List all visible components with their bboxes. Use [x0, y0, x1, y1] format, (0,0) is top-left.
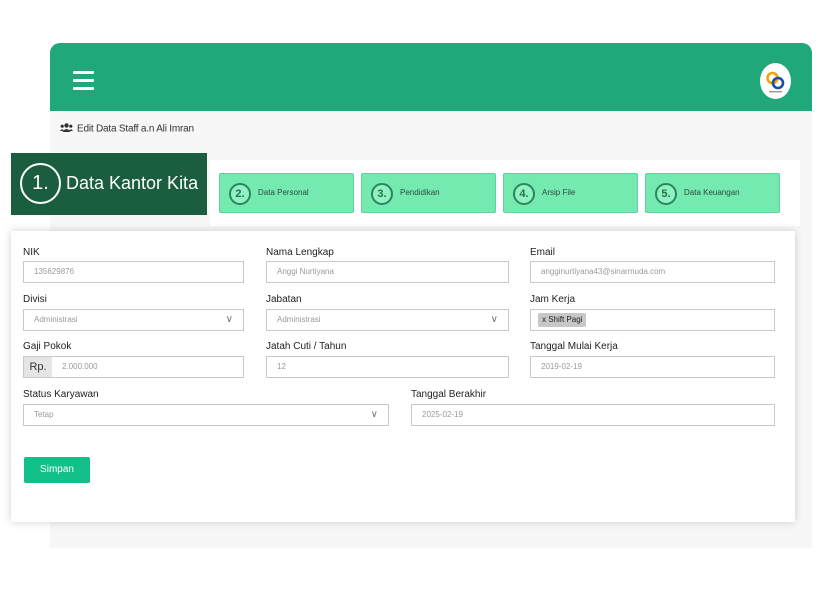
- status-label: Status Karyawan: [23, 389, 99, 400]
- chevron-down-icon: ∨: [370, 409, 378, 420]
- tab-data-keuangan[interactable]: 5. Data Keuangan: [645, 173, 780, 213]
- jabatan-select[interactable]: Administrasi ∨: [266, 309, 509, 331]
- divisi-select[interactable]: Administrasi ∨: [23, 309, 244, 331]
- callout-number: 1.: [20, 163, 61, 204]
- top-bar: [50, 43, 812, 111]
- form-card: NIK 135629876 Nama Lengkap Anggi Nurtiya…: [11, 231, 795, 522]
- users-icon: [60, 123, 73, 135]
- jabatan-label: Jabatan: [266, 294, 302, 305]
- step-number: 2.: [229, 183, 251, 205]
- tab-data-personal[interactable]: 2. Data Personal: [219, 173, 354, 213]
- nama-input[interactable]: Anggi Nurtiyana: [266, 261, 509, 283]
- gaji-label: Gaji Pokok: [23, 341, 72, 352]
- email-label: Email: [530, 247, 556, 258]
- page-title: Edit Data Staff a.n Ali Imran: [60, 123, 194, 135]
- step-callout-data-kantor[interactable]: 1. Data Kantor Kita: [11, 153, 207, 215]
- currency-prefix: Rp.: [24, 357, 52, 377]
- jabatan-value: Administrasi: [277, 315, 321, 324]
- status-select[interactable]: Tetap ∨: [23, 404, 389, 426]
- tab-pendidikan[interactable]: 3. Pendidikan: [361, 173, 496, 213]
- nik-input[interactable]: 135629876: [23, 261, 244, 283]
- nama-label: Nama Lengkap: [266, 247, 334, 258]
- nik-label: NIK: [23, 247, 40, 258]
- step-label: Data Keuangan: [684, 188, 740, 197]
- company-logo: [760, 63, 791, 99]
- gaji-input[interactable]: Rp. 2.000.000: [23, 356, 244, 378]
- page-title-text: Edit Data Staff a.n Ali Imran: [77, 123, 194, 135]
- save-button[interactable]: Simpan: [24, 457, 90, 483]
- divisi-value: Administrasi: [34, 315, 78, 324]
- email-input[interactable]: angginurtiyana43@sinarmuda.com: [530, 261, 775, 283]
- step-label: Pendidikan: [400, 188, 440, 197]
- step-label: Data Personal: [258, 188, 309, 197]
- status-value: Tetap: [34, 410, 54, 419]
- gaji-value: 2.000.000: [62, 362, 98, 371]
- cuti-input[interactable]: 12: [266, 356, 509, 378]
- divisi-label: Divisi: [23, 294, 47, 305]
- shift-tag[interactable]: x Shift Pagi: [538, 313, 587, 327]
- callout-label: Data Kantor Kita: [66, 173, 199, 193]
- jam-kerja-label: Jam Kerja: [530, 294, 576, 305]
- step-number: 5.: [655, 183, 677, 205]
- tanggal-berakhir-label: Tanggal Berakhir: [411, 389, 487, 400]
- chevron-down-icon: ∨: [225, 314, 233, 325]
- wizard-steps: 2. Data Personal 3. Pendidikan 4. Arsip …: [210, 160, 800, 226]
- tanggal-mulai-label: Tanggal Mulai Kerja: [530, 341, 618, 352]
- chevron-down-icon: ∨: [490, 314, 498, 325]
- cuti-label: Jatah Cuti / Tahun: [266, 341, 347, 352]
- step-number: 4.: [513, 183, 535, 205]
- tab-arsip-file[interactable]: 4. Arsip File: [503, 173, 638, 213]
- hamburger-icon[interactable]: [73, 71, 94, 90]
- step-label: Arsip File: [542, 188, 576, 197]
- tanggal-berakhir-input[interactable]: 2025-02-19: [411, 404, 775, 426]
- jam-kerja-multiselect[interactable]: x Shift Pagi: [530, 309, 775, 331]
- tanggal-mulai-input[interactable]: 2019-02-19: [530, 356, 775, 378]
- step-number: 3.: [371, 183, 393, 205]
